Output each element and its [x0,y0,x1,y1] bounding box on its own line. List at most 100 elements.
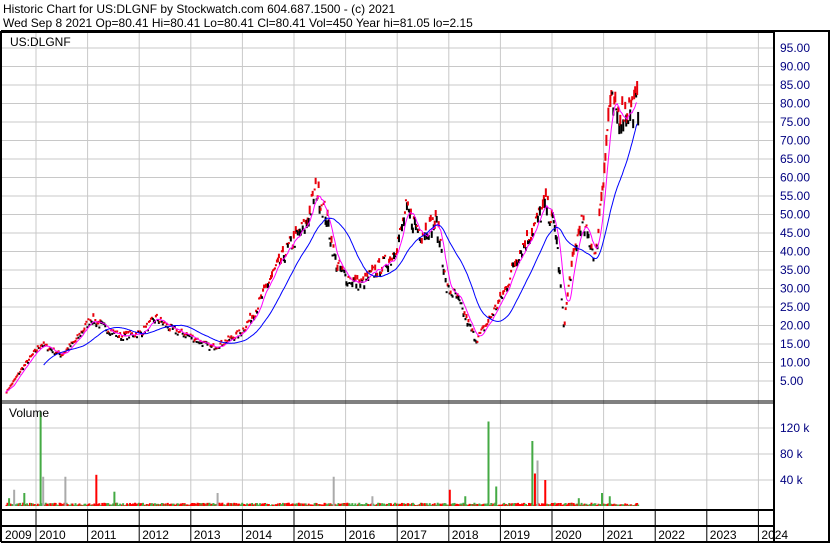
price-bar [447,284,450,288]
price-bar [116,330,119,333]
year-label: 2012 [142,528,169,542]
volume-label: Volume [9,406,49,420]
price-bar [632,119,635,129]
price-bar [268,281,271,284]
year-label: 2009 [5,528,32,542]
price-bar [190,336,193,340]
price-bar [208,348,211,351]
price-bar [355,283,358,289]
price-tick-label: 95.00 [780,41,810,55]
price-bar [74,339,77,342]
price-bar [552,220,555,224]
price-tick-label: 30.00 [780,282,810,296]
price-marks [5,81,640,394]
volume-bar [495,486,498,506]
price-bar [281,246,284,253]
price-bar [616,111,619,124]
price-bar [420,237,423,244]
price-bar [142,325,145,328]
price-bar [75,337,78,340]
price-bar [560,298,563,301]
price-bar [467,319,470,323]
price-bar [224,339,227,342]
volume-bar [13,489,16,506]
price-bar [183,333,186,336]
price-bar [391,257,394,261]
price-bar [461,307,464,310]
price-bar [403,211,406,214]
stock-chart: US:DLGNF Volume 95.00 90.00 85.00 80.00 75.0… [0,30,830,543]
volume-bar [464,496,467,506]
year-label: 2021 [607,528,634,542]
price-bar [195,340,198,343]
year-label: 2019 [503,528,530,542]
price-bar [198,342,201,345]
price-bar [544,188,547,197]
price-bar [460,302,463,305]
price-bar [587,233,590,239]
price-bar [42,341,45,344]
price-bar [441,264,444,268]
price-bar [400,224,403,232]
price-bar [636,81,639,96]
price-bar [144,325,147,328]
price-bar [582,215,585,221]
price-bar [249,312,252,316]
price-bar [559,284,562,288]
price-bar [84,323,87,326]
volume-bar [42,476,45,506]
price-bar [444,277,447,283]
price-bar [524,240,527,248]
price-bar [536,215,539,223]
volume-tick-label: 80 k [780,447,804,461]
volume-bar [601,493,604,506]
price-bar [283,259,286,263]
price-bar [394,255,397,258]
price-tick-label: 25.00 [780,300,810,314]
price-bar [98,326,101,329]
price-bar [479,331,482,334]
price-bar [236,330,239,333]
price-bar [31,353,34,356]
price-bar [230,335,233,338]
price-bar [508,283,511,286]
price-bar [436,236,439,243]
volume-bar [608,496,611,506]
price-bar [362,276,365,281]
price-bar [383,256,386,259]
price-bar [546,195,549,201]
price-bar [94,319,97,322]
price-bar [563,321,566,326]
price-bar [569,278,572,282]
year-label: 2013 [194,528,221,542]
price-bar [561,306,564,309]
year-label: 2018 [452,528,479,542]
price-bar [262,288,265,292]
price-bar [327,219,330,227]
price-bar [581,221,584,224]
price-bar [594,251,597,255]
price-bar [472,330,475,333]
price-bar [576,234,579,237]
price-bar [346,282,349,287]
price-bar [443,270,446,273]
price-tick-label: 80.00 [780,97,810,111]
year-label: 2017 [400,528,427,542]
price-bar [257,307,260,310]
price-bar [50,349,53,352]
price-bar [598,208,601,217]
price-tick-label: 70.00 [780,134,810,148]
price-bar [26,359,29,362]
price-bar [510,269,513,273]
price-bar [127,330,130,334]
price-bar [380,271,383,274]
price-bar [599,203,602,206]
price-bar [494,304,497,307]
price-bar [22,368,25,371]
price-bar [522,243,525,246]
price-bar [466,323,469,327]
price-bar [415,225,418,228]
price-bar [145,322,148,325]
price-bar [621,96,624,105]
price-bar [476,340,479,343]
